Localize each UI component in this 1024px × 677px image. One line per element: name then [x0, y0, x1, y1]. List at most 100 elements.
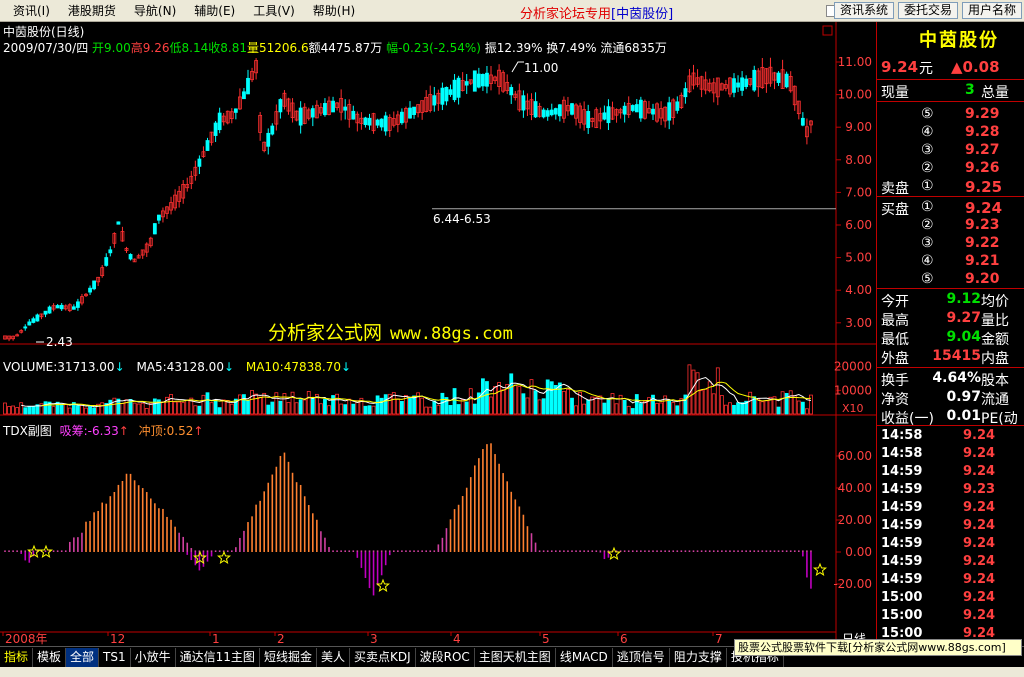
- candle-body: [452, 79, 457, 101]
- candle-body: [383, 115, 388, 132]
- candle-body: [242, 91, 246, 100]
- stat-value: 9.27: [946, 310, 981, 326]
- menu-item-0[interactable]: 资讯(I): [4, 0, 59, 22]
- volume-bar: [173, 401, 178, 415]
- tab-11[interactable]: 线MACD: [556, 647, 613, 667]
- volume-bar: [428, 406, 433, 415]
- date-axis-label: 5: [542, 632, 550, 646]
- indicator-axis-label: 0.00: [845, 545, 872, 559]
- tab-0[interactable]: 指标: [0, 647, 34, 667]
- info-amount: 额4475.87万: [308, 41, 383, 55]
- candle-body: [553, 108, 558, 115]
- tab-13[interactable]: 阻力支撑: [670, 647, 727, 667]
- volume-bar: [728, 402, 732, 415]
- candle-body: [92, 280, 96, 290]
- tab-12[interactable]: 逃顶信号: [613, 647, 670, 667]
- menu-item-2[interactable]: 导航(N): [125, 0, 185, 22]
- volume-bar: [63, 404, 68, 415]
- date-axis-label: 3: [370, 632, 378, 646]
- volume-bar: [456, 404, 461, 415]
- candle-body: [278, 99, 283, 113]
- buy-level: ②: [921, 217, 934, 233]
- tab-4[interactable]: 小放牛: [131, 647, 176, 667]
- tick-price: 9.24: [963, 464, 996, 479]
- candle-body: [47, 306, 52, 314]
- menu-item-5[interactable]: 帮助(H): [304, 0, 364, 22]
- menu-item-4[interactable]: 工具(V): [244, 0, 304, 22]
- tab-2[interactable]: 全部: [66, 647, 100, 667]
- toolbar-button-1[interactable]: 委托交易: [897, 2, 958, 19]
- tab-1[interactable]: 模板: [33, 647, 67, 667]
- volume-bar: [452, 388, 457, 415]
- volume-bar: [566, 388, 570, 415]
- signal-star-icon: [607, 546, 621, 561]
- volume-bar: [732, 404, 736, 415]
- info-open: 开9.00: [92, 41, 131, 55]
- signal-star-icon: [376, 578, 390, 593]
- candle-body: [472, 70, 477, 92]
- stat-label: 外盘: [881, 351, 909, 367]
- volume-bar: [108, 399, 113, 415]
- total-volume-label: 总量: [981, 85, 1009, 101]
- candle-body: [213, 122, 218, 136]
- stat-row: 收益(一) 0.01 PE(动: [877, 408, 1024, 427]
- volume-bar: [545, 379, 550, 415]
- candle-body: [630, 105, 635, 111]
- candle-body: [116, 221, 121, 225]
- volume-bar: [715, 367, 720, 415]
- tick-price: 9.24: [963, 536, 996, 551]
- tick-price: 9.24: [963, 446, 996, 461]
- volume-bar: [266, 404, 271, 415]
- volume-bar: [205, 392, 210, 415]
- menu-item-3[interactable]: 辅助(E): [185, 0, 244, 22]
- sell-price: 9.27: [965, 142, 1000, 158]
- candle-body: [533, 101, 538, 118]
- volume-bar: [278, 400, 283, 415]
- candle-body: [545, 110, 550, 117]
- kline-chart[interactable]: 11.00 10.00 9.00 8.00 7.00 6.00 5.00 4.00 3.00 20…: [0, 22, 876, 646]
- candle-body: [331, 100, 335, 113]
- volume-bar: [432, 400, 437, 415]
- candle-body: [541, 109, 546, 118]
- candle-body: [108, 249, 113, 254]
- indicator-axis-label: -20.00: [833, 577, 872, 591]
- tab-3[interactable]: TS1: [99, 647, 131, 667]
- toolbar-button-2[interactable]: 用户名称: [961, 2, 1022, 19]
- stat-label-right: 内盘: [981, 351, 1009, 367]
- volume-bar: [367, 405, 372, 415]
- ad-banner[interactable]: 股票公式股票软件下载[分析家公式网www.88gs.com]: [734, 639, 1022, 656]
- volume-bar: [796, 400, 801, 415]
- tick-row: 14:59 9.24: [877, 464, 1024, 482]
- tab-5[interactable]: 通达信11主图: [176, 647, 260, 667]
- buy-price: 9.21: [965, 253, 1000, 269]
- volume-bar: [213, 399, 218, 415]
- candle-body: [412, 106, 416, 116]
- buy-level: ④: [921, 253, 934, 269]
- chart-corner-box: [822, 25, 833, 36]
- tab-6[interactable]: 短线掘金: [260, 647, 317, 667]
- tick-time: 14:58: [881, 428, 923, 443]
- volume-bar: [84, 407, 88, 415]
- candle-body: [464, 81, 469, 86]
- volume-axis-label: 20000: [834, 360, 872, 374]
- tick-price: 9.24: [963, 590, 996, 605]
- tab-7[interactable]: 美人: [317, 647, 350, 667]
- volume-bar: [699, 390, 704, 415]
- volume-bar: [270, 401, 275, 415]
- tab-10[interactable]: 主图天机主图: [475, 647, 556, 667]
- toolbar-button-0[interactable]: 资讯系统: [833, 2, 894, 19]
- volume-bar: [302, 399, 307, 415]
- volume-bar: [424, 406, 429, 415]
- menu-item-1[interactable]: 港股期货: [59, 0, 125, 22]
- volume-bar: [586, 399, 591, 415]
- tick-row: 14:59 9.24: [877, 518, 1024, 536]
- volume-bar: [140, 402, 145, 415]
- tab-9[interactable]: 波段ROC: [416, 647, 475, 667]
- volume-bar: [161, 401, 165, 415]
- tab-8[interactable]: 买卖点KDJ: [350, 647, 416, 667]
- candle-body: [622, 105, 627, 115]
- price-axis-label: 9.00: [845, 120, 872, 134]
- volume-bar: [626, 405, 631, 415]
- sell-label: 卖盘: [881, 181, 909, 197]
- price-axis-label: 10.00: [838, 88, 872, 102]
